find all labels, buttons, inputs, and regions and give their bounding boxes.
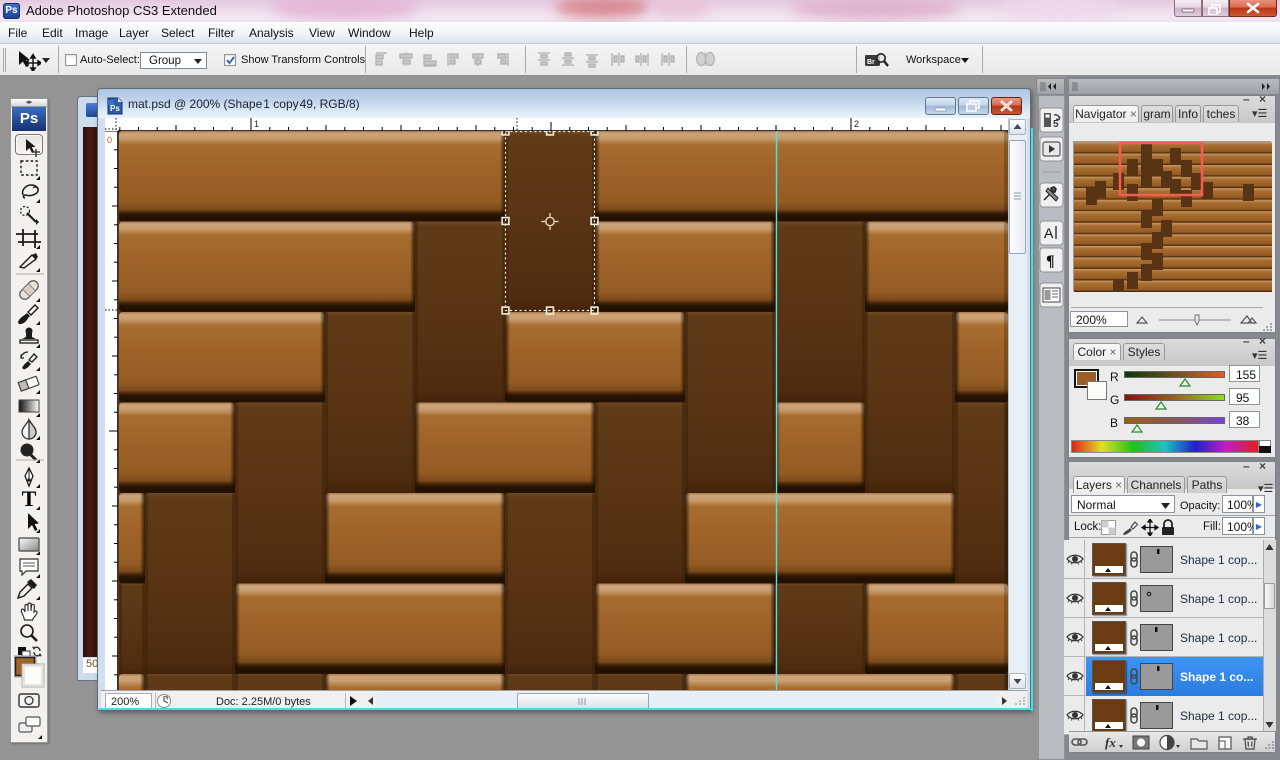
svg-text:2: 2: [854, 119, 859, 129]
svg-text:¶: ¶: [1046, 253, 1055, 270]
svg-text:A: A: [1044, 225, 1054, 241]
svg-text:Ps: Ps: [110, 104, 120, 113]
svg-text:T: T: [22, 486, 37, 511]
svg-text:1: 1: [254, 119, 259, 129]
svg-text:Br: Br: [867, 59, 875, 66]
svg-text:fx: fx: [1105, 735, 1116, 750]
svg-text:5: 5: [1053, 119, 1059, 130]
svg-text:0: 0: [107, 135, 112, 145]
